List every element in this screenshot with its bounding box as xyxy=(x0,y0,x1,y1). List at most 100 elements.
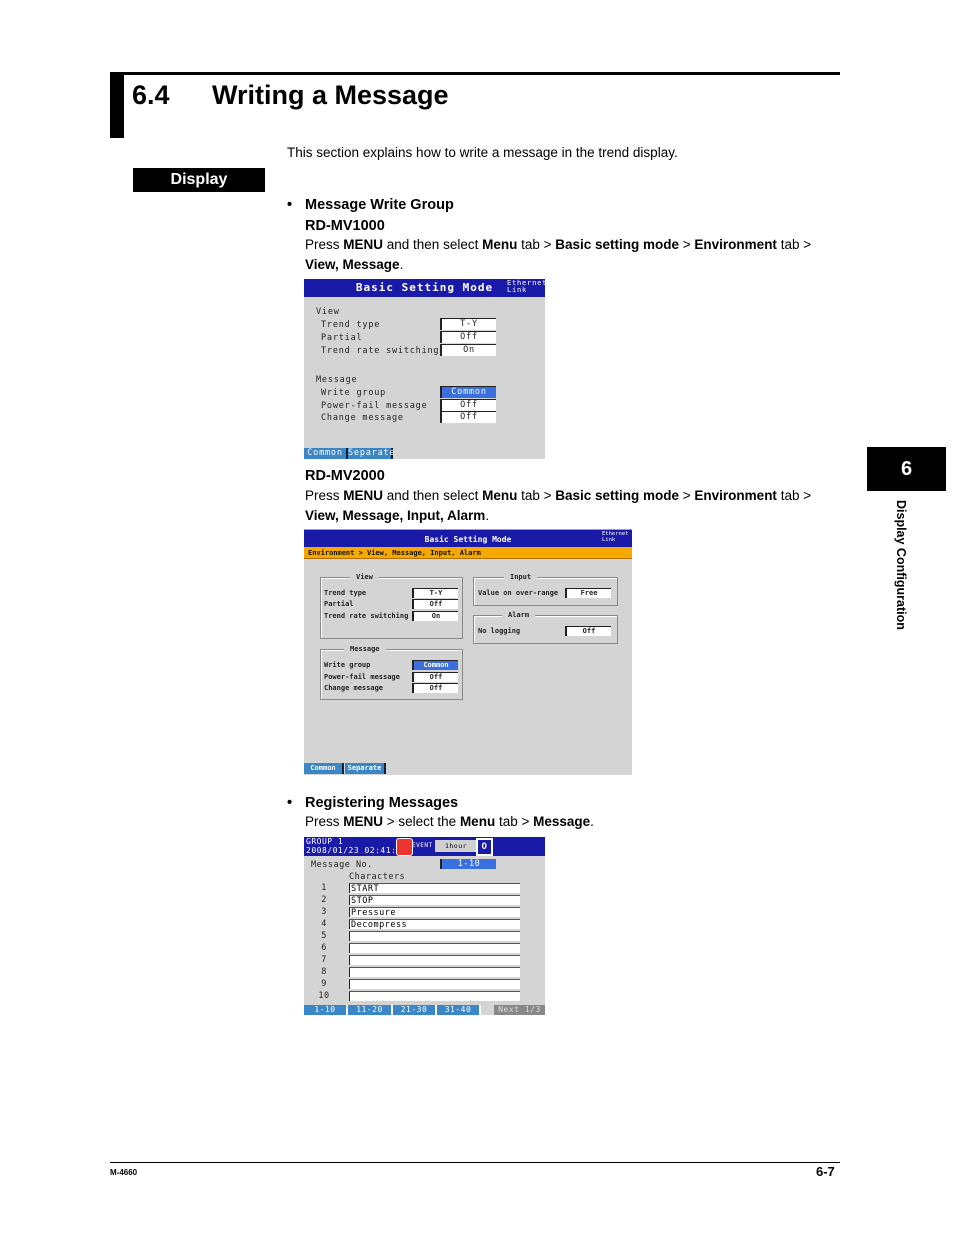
message-row-field[interactable] xyxy=(349,931,520,941)
softkey-common[interactable]: Common xyxy=(304,763,344,774)
message-row-field[interactable] xyxy=(349,991,520,1001)
instruction-text: Press xyxy=(305,814,344,829)
message-row-number: 10 xyxy=(318,991,330,1001)
change-message-field[interactable]: Off xyxy=(440,411,496,423)
trend-rate-label: Trend rate switching xyxy=(324,612,409,620)
characters-label: Characters xyxy=(349,872,406,882)
message-row-field[interactable] xyxy=(349,979,520,989)
partial-field[interactable]: Off xyxy=(412,599,458,609)
over-range-field[interactable]: Free xyxy=(565,588,611,598)
softkey-11-20[interactable]: 11-20 xyxy=(348,1005,393,1015)
power-fail-label: Power-fail message xyxy=(324,673,400,681)
instruction-text: Press xyxy=(305,237,344,252)
input-group-title: Input xyxy=(504,573,538,581)
instruction-text: Press xyxy=(305,488,344,503)
menu-term: MENU xyxy=(343,237,384,252)
instruction-text: > select the xyxy=(383,814,460,829)
interval-display: 1hour xyxy=(435,840,477,852)
datetime: 2008/01/23 02:41:58 xyxy=(306,845,408,855)
bullet-icon: • xyxy=(287,795,293,811)
trend-type-field[interactable]: T-Y xyxy=(412,588,458,598)
message-row-field[interactable]: Decompress xyxy=(349,919,520,930)
display-tag: Display xyxy=(133,168,265,192)
instruction-text: > xyxy=(679,488,695,503)
trend-rate-field[interactable]: On xyxy=(440,344,496,356)
message-no-label: Message No. xyxy=(311,860,373,870)
message-group-title: Message xyxy=(344,645,386,653)
softkey-separate[interactable]: Separate xyxy=(345,763,386,774)
menu-term: View, Message, Input, Alarm xyxy=(305,508,486,523)
trend-rate-field[interactable]: On xyxy=(412,611,458,621)
write-group-label: Write group xyxy=(321,388,387,398)
instruction-register: Press MENU > select the Menu tab > Messa… xyxy=(305,812,845,832)
instruction-text: . xyxy=(590,814,594,829)
change-message-field[interactable]: Off xyxy=(412,683,458,693)
message-no-field[interactable]: 1-10 xyxy=(440,859,496,869)
message-row-field[interactable] xyxy=(349,955,520,965)
menu-term: MENU xyxy=(343,814,384,829)
message-row-number: 1 xyxy=(321,883,327,893)
message-row-field[interactable]: Pressure xyxy=(349,907,520,918)
message-row-number: 9 xyxy=(321,979,327,989)
change-message-label: Change message xyxy=(321,413,404,423)
section-number: 6.4 xyxy=(132,80,170,110)
trend-type-label: Trend type xyxy=(324,589,367,597)
alarm-group-title: Alarm xyxy=(502,611,536,619)
message-row-field[interactable]: STOP xyxy=(349,895,520,906)
partial-field[interactable]: Off xyxy=(440,331,496,343)
menu-term: Basic setting mode xyxy=(555,488,680,503)
trend-type-field[interactable]: T-Y xyxy=(440,318,496,330)
status-bar: GROUP 1 2008/01/23 02:41:58 EVENT 1hour O xyxy=(304,837,545,856)
screen-title: Basic Setting Mode xyxy=(355,281,494,294)
write-group-field[interactable]: Common xyxy=(412,660,458,670)
menu-term: Environment xyxy=(694,237,777,252)
power-fail-field[interactable]: Off xyxy=(440,399,496,411)
message-row-number: 2 xyxy=(321,895,327,905)
menu-term: Basic setting mode xyxy=(555,237,680,252)
ethernet-status: Ethernet Link xyxy=(602,531,629,543)
heading-rule xyxy=(124,72,840,75)
screen-title-bar: Basic Setting Mode xyxy=(304,529,632,547)
instruction-text: tab > xyxy=(517,237,556,252)
menu-term: Menu xyxy=(459,814,496,829)
softkey-separate[interactable]: Separate xyxy=(348,448,395,459)
message-row-field[interactable] xyxy=(349,967,520,977)
view-label: View xyxy=(316,307,340,317)
menu-term: View, Message xyxy=(305,257,400,272)
power-fail-label: Power-fail message xyxy=(321,401,428,411)
partial-label: Partial xyxy=(324,600,354,608)
message-row-number: 5 xyxy=(321,931,327,941)
instruction-text: and then select xyxy=(383,237,483,252)
message-row-number: 4 xyxy=(321,919,327,929)
menu-term: MENU xyxy=(343,488,384,503)
bullet-icon: • xyxy=(287,197,293,213)
power-fail-field[interactable]: Off xyxy=(412,672,458,682)
message-row-field[interactable] xyxy=(349,943,520,953)
instruction-mv1000: Press MENU and then select Menu tab > Ba… xyxy=(305,235,845,275)
softkey-21-30[interactable]: 21-30 xyxy=(393,1005,437,1015)
softkey-common[interactable]: Common xyxy=(304,448,348,459)
instruction-mv2000: Press MENU and then select Menu tab > Ba… xyxy=(305,486,845,526)
write-group-field[interactable]: Common xyxy=(440,386,496,398)
message-row-number: 6 xyxy=(321,943,327,953)
instruction-text: tab > xyxy=(776,488,812,503)
instruction-text: tab > xyxy=(776,237,812,252)
message-row-field[interactable]: START xyxy=(349,883,520,894)
no-logging-field[interactable]: Off xyxy=(565,626,611,636)
next-page-button[interactable]: Next 1/3 xyxy=(494,1005,545,1015)
intro-text: This section explains how to write a mes… xyxy=(287,145,678,160)
model-mv2000: RD-MV2000 xyxy=(305,468,385,484)
page-number: 6-7 xyxy=(816,1164,835,1179)
heading-text: Message Write Group xyxy=(305,197,454,213)
softkey-31-40[interactable]: 31-40 xyxy=(437,1005,481,1015)
trend-rate-label: Trend rate switching xyxy=(321,346,440,356)
menu-term: Menu xyxy=(482,488,518,503)
bullet-heading-write-group: • Message Write Group xyxy=(287,197,454,213)
bullet-heading-register: • Registering Messages xyxy=(287,795,458,811)
chapter-label-text: Display Configuration xyxy=(894,500,908,630)
partial-label: Partial xyxy=(321,333,363,343)
softkey-1-10[interactable]: 1-10 xyxy=(304,1005,348,1015)
screen-mv1000: Basic Setting Mode Ethernet Link View Tre… xyxy=(304,279,545,459)
instruction-text: tab > xyxy=(517,488,556,503)
instruction-text: > xyxy=(679,237,695,252)
